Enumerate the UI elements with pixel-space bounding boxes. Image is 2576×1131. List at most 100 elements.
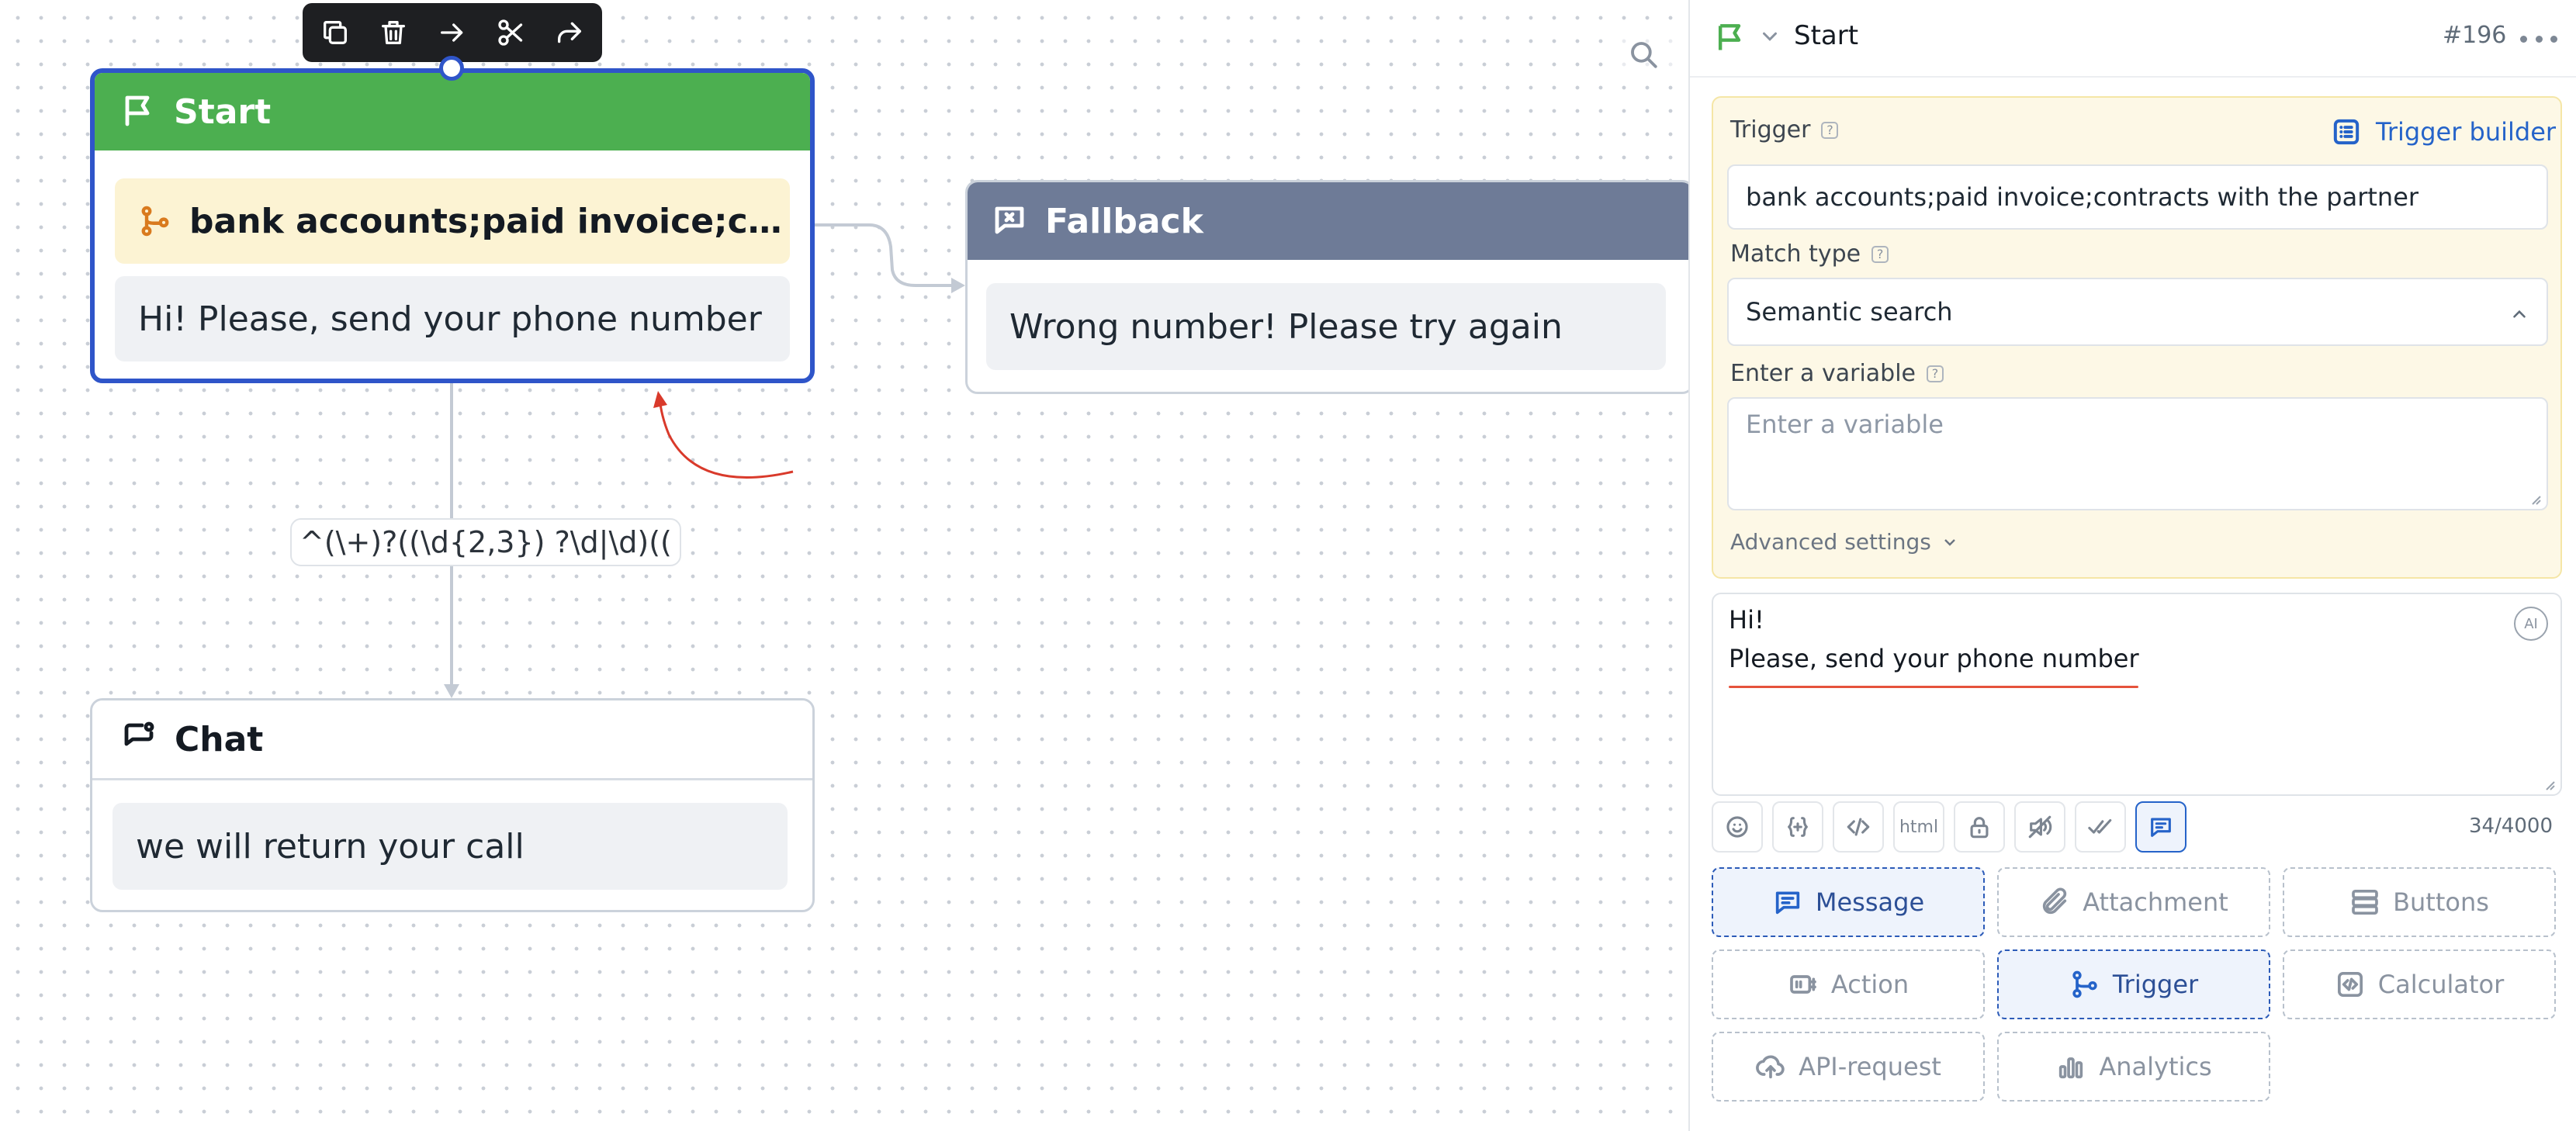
button-label: Action <box>1830 970 1909 999</box>
message-icon <box>1775 891 1800 915</box>
annotation-arrowhead <box>653 391 667 408</box>
button-label: Message <box>1815 887 1925 917</box>
button-label: Calculator <box>2377 970 2505 999</box>
flag-icon <box>119 92 157 132</box>
node-title: Start <box>174 92 272 132</box>
match-type-select[interactable]: Semantic search <box>1727 278 2548 346</box>
lock-icon[interactable] <box>1954 801 2005 853</box>
node-start-header: Start <box>95 73 810 150</box>
list-icon <box>2333 119 2360 145</box>
html-button[interactable]: html <box>1893 801 1944 853</box>
match-type-label: Match type <box>1730 240 1861 268</box>
buttons-icon <box>2352 890 2378 915</box>
node-message[interactable]: Wrong number! Please try again <box>986 283 1666 370</box>
help-icon[interactable]: ? <box>1927 365 1944 382</box>
copy-icon[interactable] <box>306 3 365 62</box>
node-fallback-header: Fallback <box>968 182 1688 260</box>
chevron-up-icon <box>2509 301 2529 330</box>
node-title: Fallback <box>1045 201 1203 241</box>
message-editor[interactable]: Hi! Please, send your phone number AI <box>1712 593 2562 796</box>
node-chat-header: Chat <box>92 700 812 780</box>
node-chat[interactable]: Chat we will return your call <box>90 698 815 912</box>
trigger-input[interactable]: bank accounts;paid invoice;contracts wit… <box>1727 164 2548 230</box>
no-sound-icon[interactable] <box>2014 801 2065 853</box>
variable-label-row: Enter a variable ? <box>1730 360 1944 387</box>
chevron-down-icon[interactable] <box>1758 25 1781 51</box>
panel-header: Start #196 <box>1690 0 2576 78</box>
button-label: Buttons <box>2393 887 2489 917</box>
button-label: API-request <box>1799 1052 1941 1081</box>
double-check-icon[interactable] <box>2075 801 2126 853</box>
scissors-icon[interactable] <box>482 3 541 62</box>
add-api-request-button[interactable]: API-request <box>1712 1032 1985 1102</box>
edge-arrowhead <box>951 278 965 293</box>
button-label: Analytics <box>2099 1052 2212 1081</box>
node-message[interactable]: we will return your call <box>113 803 788 890</box>
chevron-down-icon <box>1944 538 1955 546</box>
annotation-arrow <box>658 396 794 479</box>
edge-condition-label[interactable]: ^(\+)?((\d{2,3}) ?\d|\d)(( <box>290 518 681 566</box>
edge-arrowhead <box>444 684 459 698</box>
add-message-button[interactable]: Message <box>1712 867 1985 937</box>
connection-handle[interactable] <box>439 56 464 81</box>
share-icon[interactable] <box>540 3 599 62</box>
node-fallback[interactable]: Fallback Wrong number! Please try again <box>965 180 1688 394</box>
trigger-section: Trigger ? Trigger builder bank accounts;… <box>1712 96 2562 579</box>
node-start[interactable]: Start bank accounts;paid invoice;contra.… <box>90 68 815 383</box>
chat-bubble-icon <box>120 719 158 759</box>
node-message[interactable]: Hi! Please, send your phone number <box>115 276 790 361</box>
trigger-builder-button[interactable]: Trigger builder <box>2331 116 2556 147</box>
flag-icon <box>1713 20 1747 57</box>
node-id: #196 <box>2443 22 2507 49</box>
arrow-right-icon[interactable] <box>423 3 482 62</box>
paperclip-icon <box>2043 887 2067 915</box>
panel-title: Start <box>1794 20 1859 51</box>
search-icon <box>1631 42 1657 68</box>
add-trigger-button[interactable]: Trigger <box>1997 949 2270 1019</box>
character-counter: 34/4000 <box>2468 815 2553 838</box>
variable-placeholder: Enter a variable <box>1746 410 1944 439</box>
message-x-icon <box>991 201 1028 241</box>
spellcheck-underline <box>1729 686 2138 688</box>
cloud-upload-icon <box>1756 1055 1785 1079</box>
node-toolbar <box>303 3 602 62</box>
help-icon[interactable]: ? <box>1821 121 1839 139</box>
node-trigger-text: bank accounts;paid invoice;contra... <box>189 201 787 241</box>
variable-icon[interactable] <box>1772 801 1823 853</box>
add-analytics-button[interactable]: Analytics <box>1997 1032 2270 1102</box>
trash-icon[interactable] <box>365 3 424 62</box>
add-buttons-button[interactable]: Buttons <box>2283 867 2556 937</box>
trigger-builder-label: Trigger builder <box>2376 117 2557 147</box>
variable-input[interactable]: Enter a variable <box>1727 397 2548 510</box>
add-action-button[interactable]: Action <box>1712 949 1985 1019</box>
match-type-value: Semantic search <box>1746 297 1953 327</box>
advanced-settings-label: Advanced settings <box>1730 529 1931 555</box>
ai-assistant-button[interactable]: AI <box>2514 607 2548 641</box>
add-calculator-button[interactable]: Calculator <box>2283 949 2556 1019</box>
analytics-icon <box>2059 1057 2083 1079</box>
action-icon <box>1790 975 1816 994</box>
help-icon[interactable]: ? <box>1871 245 1889 263</box>
match-type-label-row: Match type ? <box>1730 240 1889 268</box>
node-trigger-row[interactable]: bank accounts;paid invoice;contra... <box>115 178 790 264</box>
advanced-settings-toggle[interactable]: Advanced settings <box>1730 529 1959 555</box>
code-square-icon <box>2337 972 2363 997</box>
branch-icon <box>141 206 169 237</box>
add-attachment-button[interactable]: Attachment <box>1997 867 2270 937</box>
message-line: Hi! <box>1729 605 1764 635</box>
button-label: Attachment <box>2083 887 2228 917</box>
message-icon[interactable] <box>2135 801 2186 853</box>
code-icon[interactable] <box>1833 801 1884 853</box>
format-toolbar: html <box>1712 799 2196 855</box>
flow-canvas[interactable]: Start bank accounts;paid invoice;contra.… <box>0 0 1688 1131</box>
resize-handle-icon[interactable] <box>2542 777 2556 791</box>
variable-label: Enter a variable <box>1730 360 1916 387</box>
node-settings-panel: Start #196 Trigger ? Trigger builder ban… <box>1688 0 2576 1131</box>
more-options-icon[interactable] <box>2520 23 2557 54</box>
branch-icon <box>2072 970 2097 998</box>
canvas-search-button[interactable] <box>1612 23 1674 85</box>
emoji-icon[interactable] <box>1712 801 1763 853</box>
trigger-label: Trigger <box>1730 116 1811 144</box>
node-title: Chat <box>175 719 264 759</box>
resize-handle-icon[interactable] <box>2528 492 2542 506</box>
